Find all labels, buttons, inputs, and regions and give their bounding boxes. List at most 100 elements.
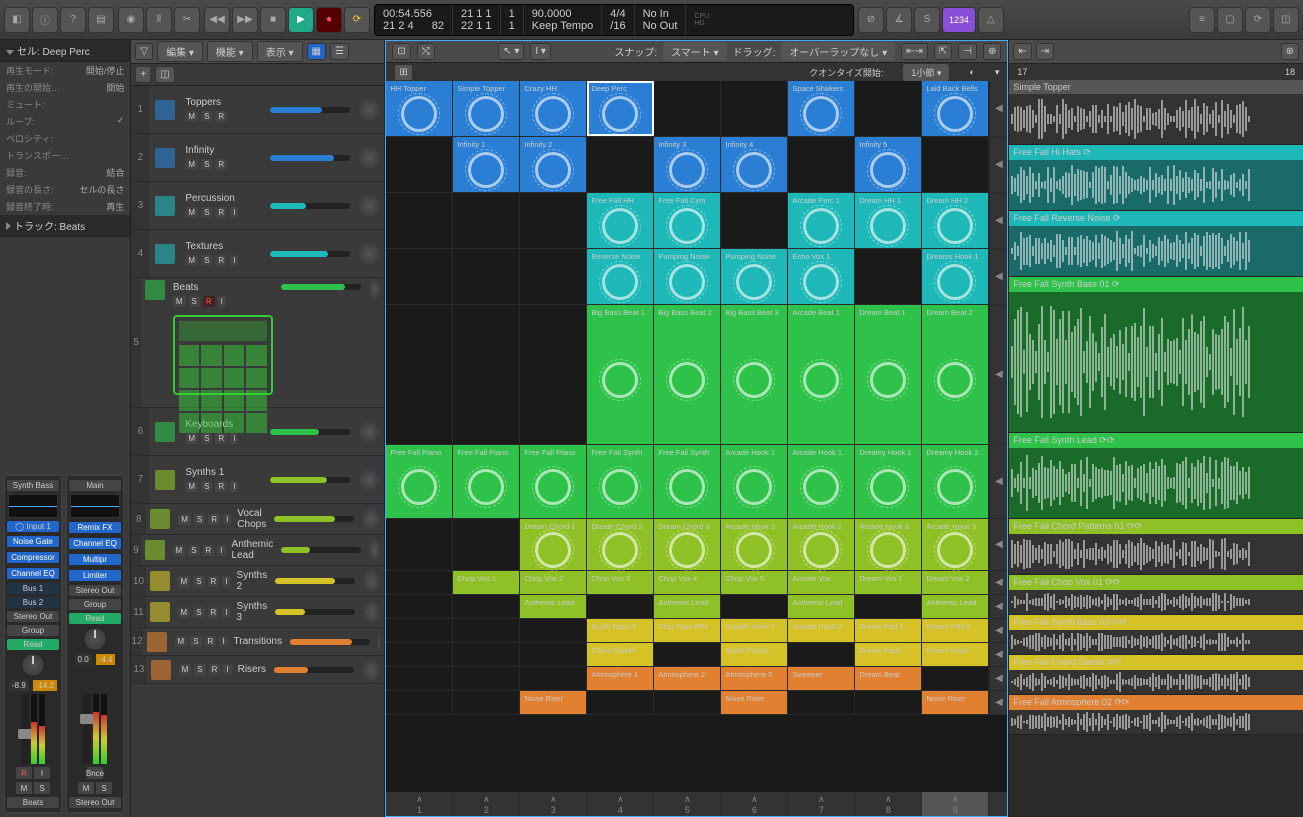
loop-cell[interactable]: Sweeper bbox=[788, 667, 855, 690]
track-row[interactable]: 5 Beats MSRI bbox=[131, 278, 384, 408]
library-button[interactable]: ◧ bbox=[4, 7, 30, 33]
loop-cell[interactable]: Dream HH 2 bbox=[922, 193, 989, 248]
loop-cell[interactable]: Big Bass Beat 2 bbox=[654, 305, 721, 444]
loop-cell[interactable] bbox=[386, 667, 453, 690]
track-row[interactable]: 2 Infinity MSR bbox=[131, 134, 384, 182]
loop-cell[interactable]: Arcade Hook 1 bbox=[788, 445, 855, 518]
region-clip[interactable]: Free Fall Chord Swells ⟳⟳ bbox=[1009, 655, 1303, 695]
inspector-property[interactable]: ベロシティ: bbox=[0, 130, 130, 147]
track-m-button[interactable]: M bbox=[185, 481, 198, 492]
region-clip[interactable]: Free Fall Synth Lead ⟳⟳ bbox=[1009, 433, 1303, 519]
row-trigger[interactable]: ◀ bbox=[989, 571, 1007, 594]
loop-cell[interactable]: Synth Bass 3 bbox=[587, 619, 654, 642]
play-button[interactable]: ▶ bbox=[288, 7, 314, 33]
inspector-button[interactable]: ⓘ bbox=[32, 7, 58, 33]
track-row[interactable]: 12 MSRITransitions bbox=[131, 628, 384, 656]
notes-button[interactable]: ▢ bbox=[1217, 7, 1243, 33]
loop-cell[interactable]: Free Fall Piano bbox=[453, 445, 520, 518]
track-i-button[interactable]: I bbox=[223, 514, 231, 525]
quantize-dropdown[interactable]: 1小節 ▾ bbox=[903, 64, 949, 81]
loop-cell[interactable] bbox=[453, 691, 520, 714]
eq-thumbnail[interactable] bbox=[70, 494, 120, 518]
track-i-button[interactable]: I bbox=[230, 207, 238, 218]
inspector-property[interactable]: 録音終了時:再生 bbox=[0, 198, 130, 215]
loop-cell[interactable] bbox=[788, 691, 855, 714]
loop-cell[interactable]: Deep Perc bbox=[587, 81, 654, 136]
track-row[interactable]: 4 Textures MSRI bbox=[131, 230, 384, 278]
track-r-button[interactable]: R bbox=[208, 607, 220, 618]
track-s-button[interactable]: S bbox=[194, 514, 205, 525]
rewind-button[interactable]: ◀◀ bbox=[204, 7, 230, 33]
loop-cell[interactable] bbox=[788, 137, 855, 192]
loop-cell[interactable]: Atmosphere 3 bbox=[721, 667, 788, 690]
track-s-button[interactable]: S bbox=[194, 664, 205, 675]
track-m-button[interactable]: M bbox=[179, 664, 192, 675]
automation-mode[interactable]: Read bbox=[69, 613, 121, 624]
loop-cell[interactable]: Dreamy Hook 1 bbox=[855, 445, 922, 518]
row-trigger[interactable]: ◀ bbox=[989, 619, 1007, 642]
loop-cell[interactable] bbox=[855, 691, 922, 714]
loop-cell[interactable] bbox=[922, 667, 989, 690]
help-button[interactable]: ? bbox=[60, 7, 86, 33]
track-r-button[interactable]: R bbox=[208, 514, 220, 525]
scene-trigger[interactable]: ∧3 bbox=[520, 792, 587, 816]
add-track-button[interactable]: + bbox=[135, 66, 151, 83]
loop-cell[interactable]: Arcade Hook 2 bbox=[788, 619, 855, 642]
automation-button[interactable]: ⊡ bbox=[392, 43, 410, 60]
loop-cell[interactable]: Noise Riser bbox=[922, 691, 989, 714]
track-r-button[interactable]: R bbox=[215, 159, 227, 170]
scene-trigger[interactable]: ∧9 bbox=[922, 792, 989, 816]
automation-mode[interactable]: Read bbox=[7, 639, 59, 650]
loop-cell[interactable]: Anthemic Lead bbox=[788, 595, 855, 618]
track-icon[interactable] bbox=[153, 468, 177, 492]
scene-trigger[interactable]: ∧7 bbox=[788, 792, 855, 816]
loop-cell[interactable]: Chop Vox 2 bbox=[520, 571, 587, 594]
region-clip[interactable]: Free Fall Reverse Noise ⟳ bbox=[1009, 211, 1303, 277]
loop-cell[interactable]: Reverse Noise bbox=[587, 249, 654, 304]
track-r-button[interactable]: R bbox=[215, 433, 227, 444]
output-slot[interactable]: Stereo Out bbox=[7, 611, 59, 622]
track-pan-knob[interactable] bbox=[358, 243, 380, 265]
loop-cell[interactable]: Arcade Hook 2 bbox=[788, 519, 855, 570]
track-s-button[interactable]: S bbox=[193, 576, 204, 587]
loop-cell[interactable]: Chord Swells bbox=[587, 643, 654, 666]
filter-button[interactable]: ▽ bbox=[135, 43, 153, 60]
track-i-button[interactable]: I bbox=[218, 296, 226, 307]
loop-cell[interactable] bbox=[453, 667, 520, 690]
loop-cell[interactable] bbox=[453, 643, 520, 666]
track-s-button[interactable]: S bbox=[189, 296, 200, 307]
zoom-v-button[interactable]: ⇱ bbox=[934, 43, 952, 60]
insert-slot[interactable]: Limiter bbox=[69, 570, 121, 581]
loop-cell[interactable]: Big Bass Beat 1 bbox=[587, 305, 654, 444]
loop-cell[interactable] bbox=[386, 571, 453, 594]
loop-cell[interactable]: Dreams Hook 1 bbox=[922, 249, 989, 304]
loop-cell[interactable] bbox=[654, 643, 721, 666]
track-icon[interactable] bbox=[150, 507, 170, 531]
volume-fader[interactable] bbox=[21, 694, 29, 764]
region-clip[interactable]: Free Fall Synth Bass 03 ⟳⟳ bbox=[1009, 615, 1303, 655]
region-left-button[interactable]: ⇤ bbox=[1013, 43, 1031, 60]
track-s-button[interactable]: S bbox=[201, 255, 212, 266]
inspector-property[interactable]: 録音の長さ:セルの長さ bbox=[0, 181, 130, 198]
loop-cell[interactable]: Free Fall Cym bbox=[654, 193, 721, 248]
loop-cell[interactable]: Chop Vox 5 bbox=[721, 571, 788, 594]
loop-cell[interactable]: Dream Chord 3 bbox=[654, 519, 721, 570]
track-r-button[interactable]: R bbox=[215, 111, 227, 122]
row-trigger[interactable]: ◀ bbox=[989, 667, 1007, 690]
track-i-button[interactable]: I bbox=[219, 636, 227, 647]
insert-slot[interactable]: Remix FX bbox=[69, 522, 121, 533]
loop-cell[interactable]: Noise Riser bbox=[721, 691, 788, 714]
record-button[interactable]: ● bbox=[316, 7, 342, 33]
loop-cell[interactable]: Free Fall Synth bbox=[587, 445, 654, 518]
scene-trigger[interactable]: ∧2 bbox=[453, 792, 520, 816]
loop-cell[interactable] bbox=[386, 619, 453, 642]
row-trigger[interactable]: ◀ bbox=[989, 643, 1007, 666]
loop-cell[interactable]: Arcade Hook 3 bbox=[922, 519, 989, 570]
track-r-button[interactable]: R bbox=[208, 576, 220, 587]
loop-cell[interactable]: Atmosphere 2 bbox=[654, 667, 721, 690]
region-clip[interactable]: Simple Topper bbox=[1009, 80, 1303, 145]
input-monitor-button[interactable]: I bbox=[34, 767, 50, 779]
loop-cell[interactable]: Dream Vox 1 bbox=[855, 571, 922, 594]
edit-menu[interactable]: 編集 ▾ bbox=[157, 41, 203, 62]
track-row[interactable]: 10 MSRISynths 2 bbox=[131, 566, 384, 597]
